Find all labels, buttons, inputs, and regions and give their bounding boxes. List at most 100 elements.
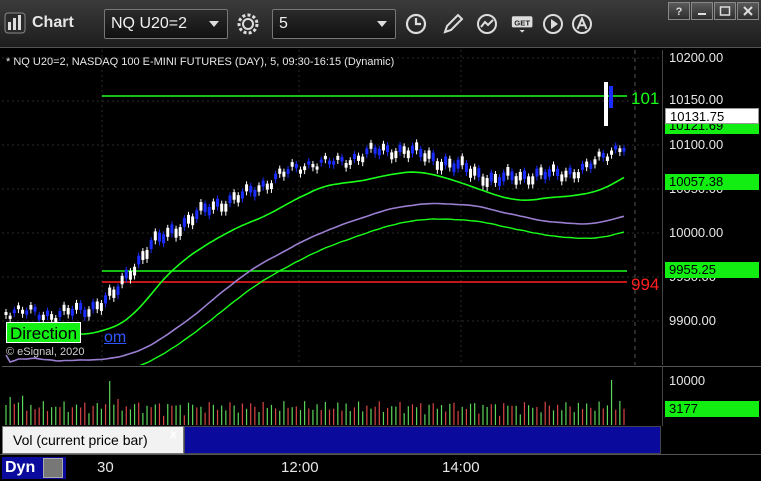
chevron-down-icon[interactable] [377,21,387,27]
candle-body [224,203,228,212]
candle-body [427,150,431,159]
candle-body [527,176,531,185]
candle-body [269,183,273,189]
close-button[interactable] [737,2,759,20]
dynamic-toggle-icon[interactable] [43,458,63,478]
candle-body [141,251,145,261]
symbol-input[interactable]: NQ U20=2 [104,9,228,39]
candle-body [357,155,361,161]
volume-chart-canvas [5,380,625,425]
candle-body [398,144,402,153]
volume-chart[interactable] [2,366,662,426]
candle-body [386,145,390,153]
candle-body [87,309,91,317]
candle-body [469,168,473,178]
candle-body [108,287,112,296]
maximize-button[interactable] [714,2,736,20]
candle-body [473,166,477,176]
gear-icon [237,13,259,35]
candle-body [186,214,190,224]
level-upper-text: 101 [631,89,659,108]
candle-body [170,224,174,234]
candle-body [604,82,608,126]
price-axis-label: 10100.00 [669,137,724,152]
candle-body [83,309,87,318]
settings-button[interactable] [233,9,263,39]
candle-body [597,151,601,157]
pencil-icon [443,13,464,34]
play-icon [543,14,563,34]
interval-input[interactable]: 5 [272,9,396,39]
candle-body [381,143,385,151]
candle-body [62,304,66,312]
link-text[interactable]: om [104,329,126,347]
candle-body [133,266,137,276]
candle-body [261,180,265,187]
candle-body [576,172,580,179]
candle-body [332,160,336,165]
candle-body [249,185,253,193]
candle-body [162,234,166,244]
minimize-button[interactable] [691,2,713,20]
candle-body [116,286,120,295]
volume-study-close-button[interactable]: x [170,427,177,441]
candle-body [444,156,448,166]
draw-button[interactable] [438,9,468,39]
candle-body [16,305,20,310]
candle-body [622,148,626,152]
volume-study-label[interactable]: Vol (current price bar) [2,426,184,454]
candle-body [601,152,605,158]
candle-body [178,227,182,237]
time-label: 12:00 [281,459,319,476]
candle-body [618,148,622,153]
candle-body [464,163,468,173]
symbol-input-value: NQ U20=2 [111,15,188,32]
candle-body [336,155,340,160]
candle-body [12,309,16,314]
minimize-icon [698,13,706,15]
get-button[interactable]: GET [506,9,540,39]
studies-button[interactable] [472,9,502,39]
candle-body [547,169,551,177]
candle-body [361,156,365,163]
green-mid-tag: 10057.38 [665,174,759,190]
candle-body [415,142,419,151]
candle-body [593,159,597,165]
candle-body [25,310,29,315]
time-button[interactable] [401,9,431,39]
candle-body [535,168,539,177]
last-price-tag: 10131.75 [665,108,759,124]
price-axis-label: 10150.00 [669,92,724,107]
price-axis-label: 10200.00 [669,50,724,65]
candle-body [70,308,74,316]
candle-body [211,201,215,210]
candle-body [149,240,153,250]
alert-button[interactable] [567,9,597,39]
candle-body [207,206,211,216]
price-axis-label: 10000.00 [669,225,724,240]
candle-body [431,152,435,162]
candle-body [348,160,352,166]
candle-body [328,160,332,165]
candle-body [440,161,444,171]
moving-average-green-slow [139,218,625,365]
candle-body [485,177,489,187]
interval-input-value: 5 [279,15,288,32]
candle-body [120,275,124,285]
candle-body [99,303,103,311]
candle-body [315,166,319,170]
candle-body [564,170,568,178]
study-chart-icon [477,14,497,34]
alert-a-icon [572,14,592,34]
candle-body [406,150,410,159]
candle-body [33,306,37,312]
play-button[interactable] [538,9,568,39]
candle-body [112,289,116,298]
candle-body [174,228,178,238]
help-button[interactable]: ? [668,2,690,20]
candle-body [585,161,589,168]
chevron-down-icon[interactable] [209,21,219,27]
candle-body [319,159,323,163]
candle-body [344,163,348,168]
price-chart[interactable]: 101 994 [2,50,662,365]
